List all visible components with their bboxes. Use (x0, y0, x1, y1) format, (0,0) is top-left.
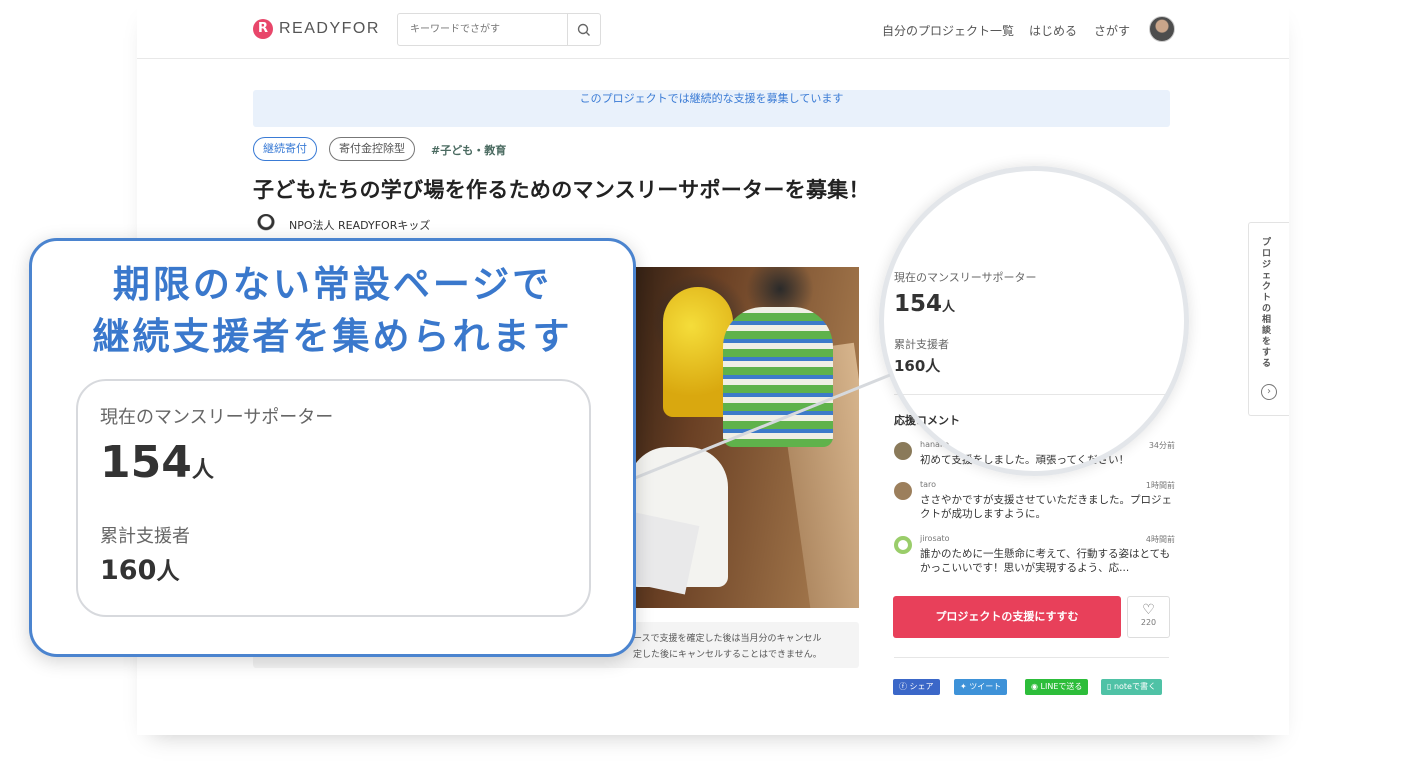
callout-total-number: 160 (100, 555, 157, 586)
continuous-support-banner: このプロジェクトでは継続的な支援を募集しています (253, 90, 1170, 127)
callout-title-line2: 継続支援者を集められます (92, 315, 573, 358)
commenter-name: taro (920, 480, 937, 489)
callout-stats-box: 現在のマンスリーサポーター 154人 累計支援者 160人 (76, 379, 591, 617)
user-avatar[interactable] (1149, 16, 1175, 42)
callout-title-line1: 期限のない常設ページで (112, 263, 553, 306)
share-label: LINEで送る (1040, 682, 1083, 691)
callout-monthly-label: 現在のマンスリーサポーター (100, 407, 334, 428)
header-divider (137, 58, 1289, 59)
facebook-share-button[interactable]: ⓕ シェア (893, 679, 940, 695)
like-count: 220 (1140, 618, 1157, 627)
comment-text: 誰かのために一生懸命に考えて、行動する姿はとてもかっこいいです！思いが実現するよ… (920, 548, 1171, 574)
commenter-avatar (894, 482, 912, 500)
feature-callout: 期限のない常設ページで 継続支援者を集められます 現在のマンスリーサポーター 1… (29, 238, 636, 657)
organizer[interactable]: NPO法人 READYFORキッズ (257, 214, 430, 236)
facebook-icon: ⓕ (899, 682, 910, 691)
like-button[interactable]: ♡ 220 (1127, 596, 1170, 638)
callout-total-value: 160人 (100, 552, 180, 586)
share-label: ツイート (969, 682, 1002, 691)
readyfor-logo[interactable]: READYFOR (253, 19, 380, 39)
callout-total-unit: 人 (156, 558, 180, 585)
consultation-tab-label: プロジェクトの相談をする (1262, 238, 1272, 369)
twitter-icon: ✦ (960, 682, 970, 691)
nav-my-projects[interactable]: 自分のプロジェクト一覧 (882, 22, 1014, 39)
cancel-notice-line2: 定した後にキャンセルすることはできません。 (633, 650, 822, 660)
search-button[interactable] (567, 14, 600, 45)
note-share-button[interactable]: ▯ noteで書く (1101, 679, 1162, 695)
organizer-avatar-icon (257, 214, 275, 236)
line-icon: ◉ (1031, 682, 1041, 691)
tag-category[interactable]: #子ども・教育 (431, 142, 506, 158)
commenter-avatar (894, 442, 912, 460)
consultation-side-tab[interactable]: プロジェクトの相談をする › (1248, 222, 1289, 416)
tag-continuous-donation[interactable]: 継続寄付 (253, 137, 317, 161)
callout-title: 期限のない常設ページで 継続支援者を集められます (32, 259, 633, 363)
comment-text: ささやかですが支援させていただきました。プロジェクトが成功しますように。 (920, 494, 1172, 520)
nav-start[interactable]: はじめる (1029, 22, 1077, 39)
organizer-name: NPO法人 READYFORキッズ (289, 219, 431, 232)
cancel-notice-line1: ースで支援を確定した後は当月分のキャンセル (633, 634, 822, 644)
share-divider (894, 657, 1169, 658)
nav-search[interactable]: さがす (1094, 22, 1130, 39)
share-label: noteで書く (1113, 682, 1156, 691)
callout-monthly-number: 154 (100, 437, 192, 488)
heart-icon: ♡ (1142, 602, 1155, 618)
commenter-avatar (894, 536, 912, 554)
comment-time: 1時間前 (1145, 481, 1175, 490)
commenter-name: jirosato (920, 534, 950, 543)
tag-tax-deductible[interactable]: 寄付金控除型 (329, 137, 415, 161)
callout-monthly-value: 154人 (100, 437, 214, 488)
callout-total-label: 累計支援者 (100, 526, 190, 547)
logo-text: READYFOR (279, 20, 380, 37)
twitter-share-button[interactable]: ✦ ツイート (954, 679, 1008, 695)
search-icon (577, 23, 590, 36)
search-box (397, 13, 601, 46)
callout-monthly-unit: 人 (191, 458, 214, 483)
note-icon: ▯ (1107, 682, 1114, 691)
magnifier-ring (879, 166, 1189, 476)
project-title: 子どもたちの学び場を作るためのマンスリーサポーターを募集！ (253, 178, 870, 202)
share-label: シェア (909, 682, 934, 691)
search-input[interactable] (398, 14, 567, 45)
support-project-button[interactable]: プロジェクトの支援にすすむ (893, 596, 1121, 638)
comment-time: 4時間前 (1145, 535, 1175, 544)
chevron-right-icon: › (1261, 384, 1277, 400)
line-share-button[interactable]: ◉ LINEで送る (1025, 679, 1089, 695)
logo-mark-icon (253, 19, 273, 39)
comment-time: 34分前 (1148, 441, 1175, 450)
